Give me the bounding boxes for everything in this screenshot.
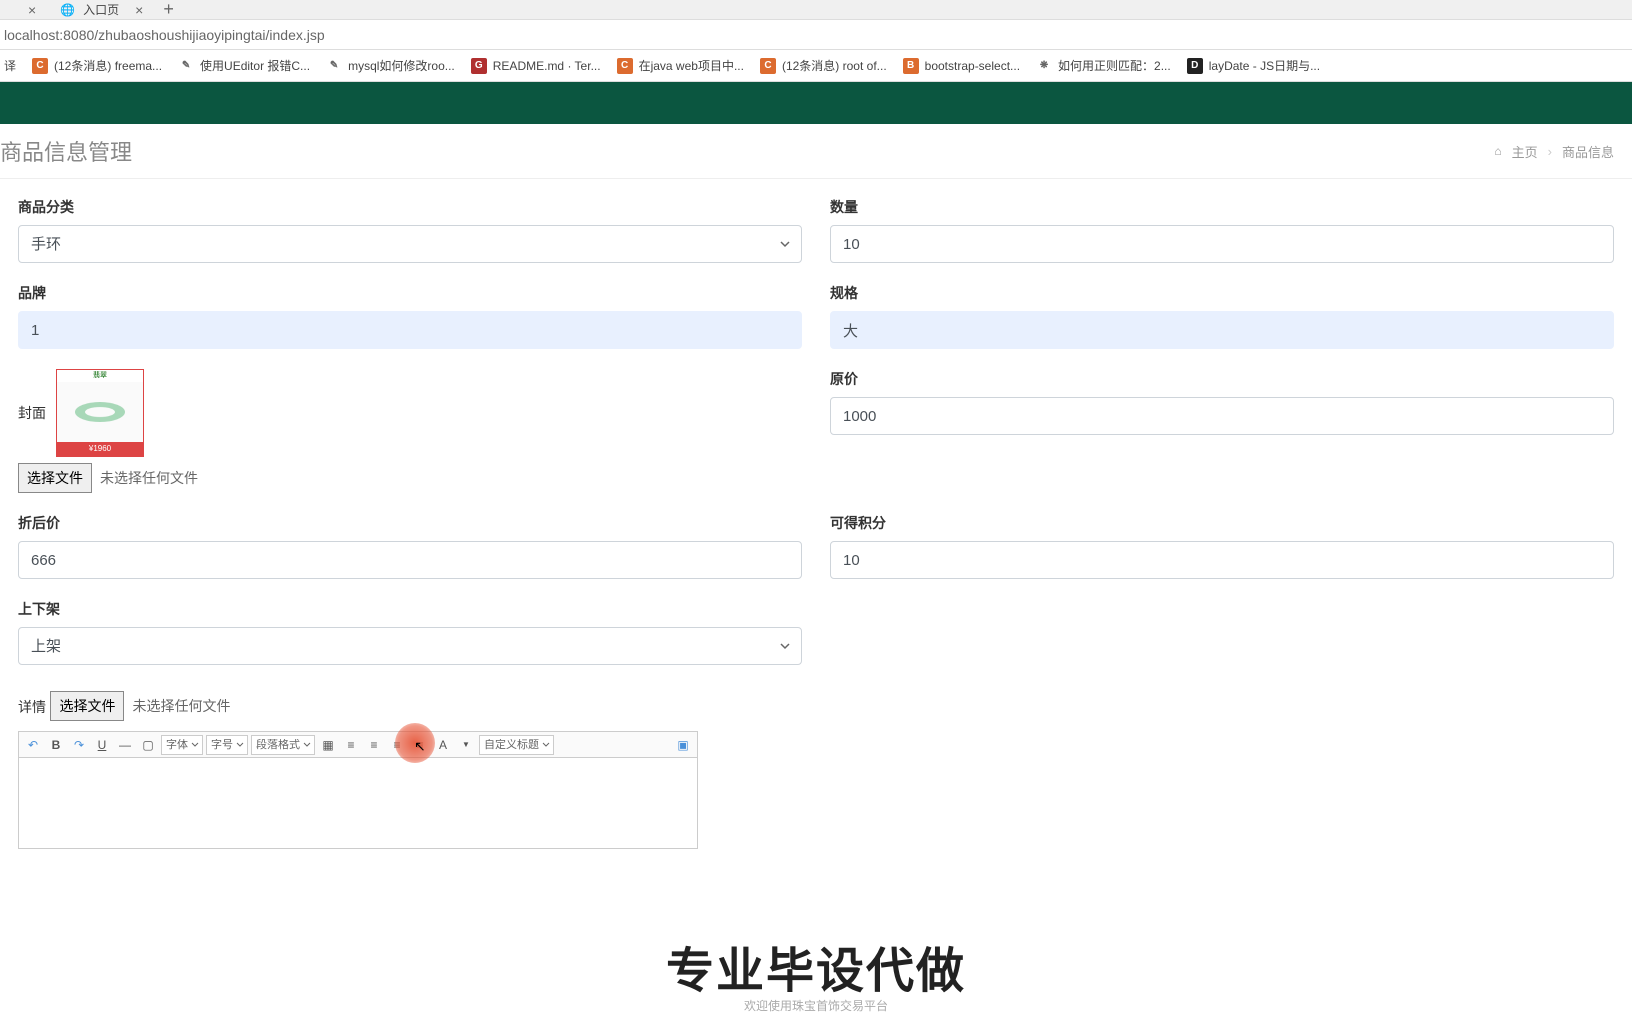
choose-file-button[interactable]: 选择文件	[18, 463, 92, 493]
watermark: 专业毕设代做 欢迎使用珠宝首饰交易平台	[666, 931, 966, 1014]
bookmark-item[interactable]: 译	[4, 57, 16, 74]
browser-tabs: × 🌐 入口页 × +	[0, 0, 1632, 20]
chevron-right-icon: ›	[1548, 144, 1552, 159]
cover-label: 封面	[18, 403, 46, 423]
page-title: 商品信息管理	[0, 135, 132, 167]
home-icon: ⌂	[1494, 144, 1501, 158]
bookmark-label: 使用UEditor 报错C...	[200, 57, 310, 74]
bookmark-icon: D	[1187, 58, 1203, 74]
editor-body[interactable]	[19, 758, 697, 848]
redo-icon[interactable]: ↷	[69, 735, 89, 755]
jade-ring-icon	[75, 402, 125, 422]
globe-icon: 🌐	[60, 3, 75, 17]
undo-icon[interactable]: ↶	[23, 735, 43, 755]
bookmark-label: layDate - JS日期与...	[1209, 57, 1320, 74]
brand-input[interactable]	[18, 311, 802, 349]
category-label: 商品分类	[18, 197, 802, 217]
browser-tab-1[interactable]: ×	[8, 0, 48, 20]
points-input[interactable]	[830, 541, 1614, 579]
bookmark-icon: ✎	[178, 58, 194, 74]
bookmark-item[interactable]: C 在java web项目中...	[617, 57, 744, 74]
breadcrumb-current: 商品信息	[1562, 142, 1614, 161]
bookmark-item[interactable]: ✎ 使用UEditor 报错C...	[178, 57, 310, 74]
bookmark-item[interactable]: B bootstrap-select...	[903, 58, 1020, 74]
status-select[interactable]: 上架	[18, 627, 802, 665]
rich-text-editor: ↶ B ↷ U — ▢ 字体 字号 段落格式 ▦ ≡ ≡ ≡ ≡ A ▼ 自定义…	[18, 731, 698, 849]
bookmark-icon: B	[903, 58, 919, 74]
watermark-big-text: 专业毕设代做	[666, 931, 966, 1001]
bookmark-item[interactable]: ❋ 如何用正则匹配：2...	[1036, 57, 1171, 74]
hr-icon[interactable]: —	[115, 735, 135, 755]
discount-price-label: 折后价	[18, 513, 802, 533]
align-center-icon[interactable]: ≡	[364, 735, 384, 755]
close-icon[interactable]: ×	[28, 2, 36, 18]
original-price-input[interactable]	[830, 397, 1614, 435]
dropdown-icon[interactable]: ▼	[456, 735, 476, 755]
bookmark-item[interactable]: ✎ mysql如何修改roo...	[326, 57, 455, 74]
breadcrumb-home[interactable]: 主页	[1512, 142, 1538, 161]
watermark-small-text: 欢迎使用珠宝首饰交易平台	[666, 997, 966, 1014]
bookmark-label: 如何用正则匹配：2...	[1058, 57, 1171, 74]
cover-image-header: 翡翠	[57, 370, 143, 382]
brand-label: 品牌	[18, 283, 802, 303]
choose-file-button-details[interactable]: 选择文件	[50, 691, 124, 721]
bookmark-item[interactable]: D layDate - JS日期与...	[1187, 57, 1320, 74]
underline-icon[interactable]: U	[92, 735, 112, 755]
close-icon[interactable]: ×	[135, 2, 143, 18]
bookmark-item[interactable]: C (12条消息) freema...	[32, 57, 162, 74]
editor-toolbar: ↶ B ↷ U — ▢ 字体 字号 段落格式 ▦ ≡ ≡ ≡ ≡ A ▼ 自定义…	[19, 732, 697, 758]
quantity-label: 数量	[830, 197, 1614, 217]
bookmark-label: README.md · Ter...	[493, 59, 601, 73]
bookmark-icon: C	[760, 58, 776, 74]
bookmark-icon: C	[617, 58, 633, 74]
category-select[interactable]: 手环	[18, 225, 802, 263]
table-icon[interactable]: ▦	[318, 735, 338, 755]
font-size-select[interactable]: 字号	[206, 735, 248, 755]
align-justify-icon[interactable]: ≡	[410, 735, 430, 755]
bookmark-icon: C	[32, 58, 48, 74]
font-color-icon[interactable]: A	[433, 735, 453, 755]
address-bar	[0, 20, 1632, 50]
new-tab-button[interactable]: +	[155, 0, 182, 20]
url-input[interactable]	[4, 27, 1628, 43]
bookmark-label: bootstrap-select...	[925, 59, 1020, 73]
status-label: 上下架	[18, 599, 802, 619]
no-file-text: 未选择任何文件	[92, 464, 206, 492]
original-price-label: 原价	[830, 369, 1614, 389]
spec-input[interactable]	[830, 311, 1614, 349]
custom-title-select[interactable]: 自定义标题	[479, 735, 554, 755]
align-left-icon[interactable]: ≡	[341, 735, 361, 755]
cover-image-price: ¥1960	[57, 442, 143, 456]
bookmark-label: (12条消息) freema...	[54, 57, 162, 74]
bookmark-label: mysql如何修改roo...	[348, 57, 455, 74]
form-content: 商品分类 手环 数量 品牌 规格 封面 翡翠	[0, 179, 1632, 867]
tab-title: 入口页	[83, 1, 119, 18]
paragraph-select[interactable]: 段落格式	[251, 735, 315, 755]
format-clear-icon[interactable]: ▢	[138, 735, 158, 755]
bookmark-icon: ❋	[1036, 58, 1052, 74]
bookmarks-bar: 译 C (12条消息) freema... ✎ 使用UEditor 报错C...…	[0, 50, 1632, 82]
details-label: 详情	[18, 699, 46, 715]
align-right-icon[interactable]: ≡	[387, 735, 407, 755]
quantity-input[interactable]	[830, 225, 1614, 263]
bookmark-icon: ✎	[326, 58, 342, 74]
points-label: 可得积分	[830, 513, 1614, 533]
no-file-text-details: 未选择任何文件	[124, 692, 238, 720]
bookmark-icon: G	[471, 58, 487, 74]
browser-tab-2[interactable]: 🌐 入口页 ×	[48, 0, 155, 20]
discount-price-input[interactable]	[18, 541, 802, 579]
app-header-bar	[0, 82, 1632, 124]
breadcrumb: ⌂ 主页 › 商品信息	[1494, 142, 1614, 161]
cover-image-preview: 翡翠 ¥1960	[56, 369, 144, 457]
bookmark-item[interactable]: G README.md · Ter...	[471, 58, 601, 74]
bookmark-label: 在java web项目中...	[639, 57, 744, 74]
spec-label: 规格	[830, 283, 1614, 303]
bookmark-item[interactable]: C (12条消息) root of...	[760, 57, 887, 74]
bookmark-label: (12条消息) root of...	[782, 57, 887, 74]
fullscreen-icon[interactable]: ▣	[673, 735, 693, 755]
bold-icon[interactable]: B	[46, 735, 66, 755]
page-header: 商品信息管理 ⌂ 主页 › 商品信息	[0, 124, 1632, 179]
bookmark-label: 译	[4, 57, 16, 74]
font-family-select[interactable]: 字体	[161, 735, 203, 755]
